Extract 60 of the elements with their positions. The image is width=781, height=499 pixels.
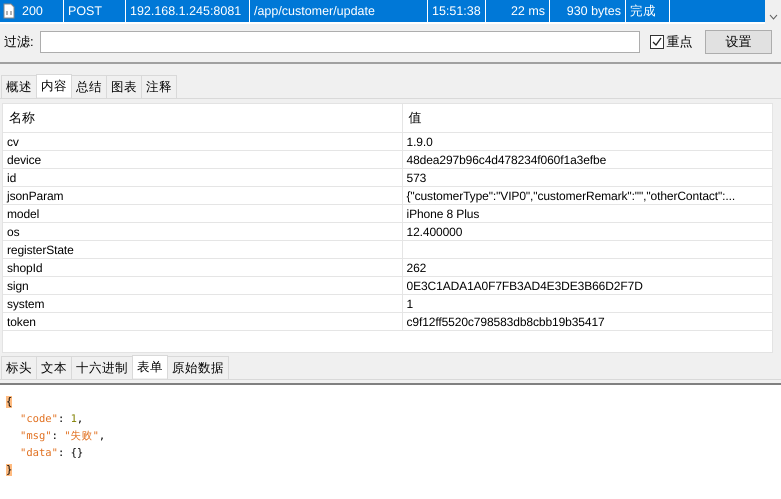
table-cell: {"customerType":"VIP0","customerRemark":"","otherContact":... bbox=[402, 186, 772, 204]
tab[interactable]: 概述 bbox=[1, 75, 37, 98]
code-token: : bbox=[52, 430, 59, 442]
table-cell: iPhone 8 Plus bbox=[402, 204, 772, 222]
table-cell: registerState bbox=[3, 240, 402, 258]
session-cell: 930 bytes bbox=[550, 0, 626, 22]
tab[interactable]: 原始数据 bbox=[167, 356, 229, 379]
tab[interactable]: 内容 bbox=[36, 74, 72, 97]
code-token: : bbox=[58, 412, 66, 424]
table-cell: model bbox=[3, 204, 402, 222]
focus-checkbox[interactable] bbox=[650, 35, 664, 49]
table-cell: 48dea297b96c4d478234f060f1a3efbe bbox=[402, 150, 772, 168]
code-token: {} bbox=[70, 446, 84, 458]
code-token: , bbox=[76, 412, 84, 424]
session-cell: /app/customer/update bbox=[250, 0, 428, 22]
code-token: 1 bbox=[70, 412, 77, 424]
code-token: "data" bbox=[20, 446, 58, 458]
code-token: { bbox=[6, 396, 12, 408]
table-cell: 1.9.0 bbox=[402, 132, 772, 150]
filter-label: 过滤: bbox=[4, 33, 34, 51]
tab[interactable]: 标头 bbox=[1, 356, 37, 379]
file-icon bbox=[1, 3, 17, 19]
table-cell: 262 bbox=[402, 258, 772, 276]
session-cell: 22 ms bbox=[486, 0, 550, 22]
table-cell: sign bbox=[3, 276, 402, 294]
tab[interactable]: 十六进制 bbox=[71, 356, 133, 379]
code-token: : bbox=[58, 446, 66, 458]
code-token: "code" bbox=[20, 412, 58, 424]
focus-label: 重点 bbox=[666, 33, 693, 51]
table-cell: device bbox=[3, 150, 402, 168]
session-row[interactable]: 200 POST 192.168.1.245:8081 /app/customer/update 15:51:38 22 ms 930 bytes 完成 bbox=[0, 0, 765, 22]
table-cell: 573 bbox=[402, 168, 772, 186]
table-cell: shopId bbox=[3, 258, 402, 276]
column-header[interactable]: 名称 bbox=[3, 104, 402, 132]
table-cell: 1 bbox=[402, 294, 772, 312]
tab[interactable]: 表单 bbox=[132, 355, 168, 378]
session-cell: 192.168.1.245:8081 bbox=[126, 0, 250, 22]
table-cell: 12.400000 bbox=[402, 222, 772, 240]
settings-button[interactable]: 设置 bbox=[704, 30, 772, 54]
session-cell: POST bbox=[64, 0, 126, 22]
table-cell: token bbox=[3, 312, 402, 330]
table-cell: cv bbox=[3, 132, 402, 150]
tab[interactable]: 注释 bbox=[141, 75, 177, 98]
table-cell: system bbox=[3, 294, 402, 312]
filter-field[interactable] bbox=[40, 31, 640, 53]
table-cell: c9f12ff5520c798583db8cbb19b35417 bbox=[402, 312, 772, 330]
code-token: , bbox=[98, 430, 106, 442]
scroll-down-icon[interactable] bbox=[768, 14, 778, 20]
table-cell: 0E3C1ADA1A0F7FB3AD4E3DE3B66D2F7D bbox=[402, 276, 772, 294]
code-token: } bbox=[6, 464, 12, 476]
code-token: "msg" bbox=[20, 430, 52, 442]
session-cell: 15:51:38 bbox=[428, 0, 486, 22]
tab[interactable]: 总结 bbox=[71, 75, 107, 98]
code-token: "失败" bbox=[64, 428, 99, 442]
table-cell: jsonParam bbox=[3, 186, 402, 204]
session-cell: 完成 bbox=[626, 0, 670, 22]
column-header[interactable]: 值 bbox=[402, 104, 772, 132]
table-cell: id bbox=[3, 168, 402, 186]
session-cell: 200 bbox=[18, 0, 64, 22]
table-cell: os bbox=[3, 222, 402, 240]
